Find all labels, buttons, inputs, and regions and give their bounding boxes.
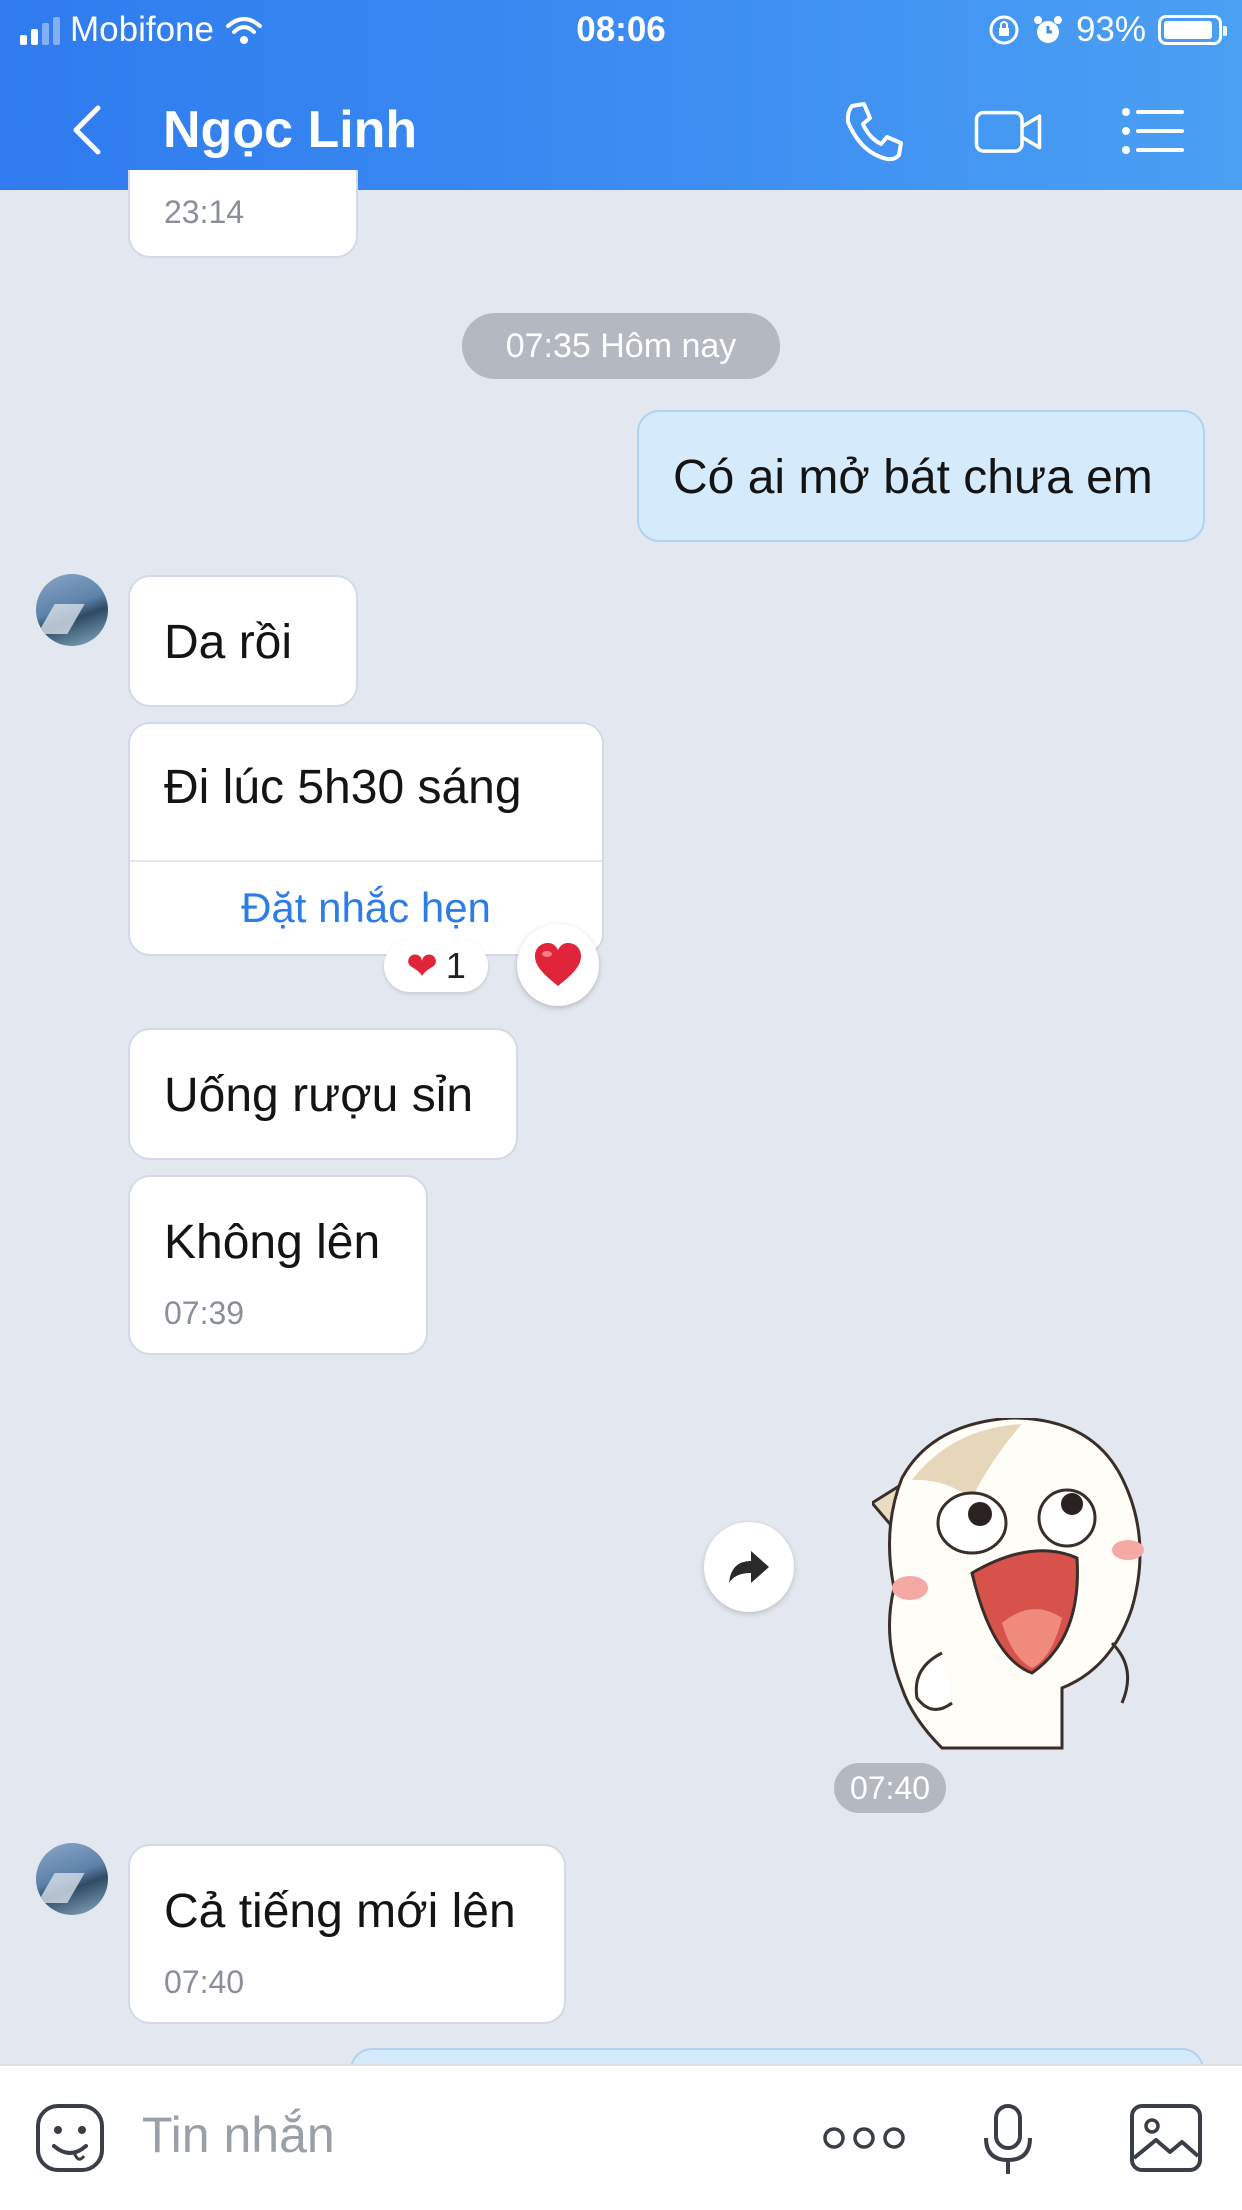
message-text: Da rồi <box>164 616 293 669</box>
message-bubble[interactable]: Không lên 07:39 <box>128 1175 428 1355</box>
chat-nav: Ngọc Linh <box>0 90 1242 170</box>
status-bar: Mobifone 08:06 93% <box>0 6 1242 56</box>
message-time: 07:40 <box>164 1964 245 2000</box>
battery-icon <box>1158 15 1227 45</box>
battery-percent: 93% <box>1075 10 1146 49</box>
phone-icon[interactable] <box>838 96 908 166</box>
set-reminder-link[interactable]: Đặt nhắc hẹn <box>130 884 602 932</box>
message-bubble-partial[interactable]: 23:14 <box>128 170 358 258</box>
forward-button[interactable] <box>704 1522 794 1612</box>
heart-icon <box>535 943 581 986</box>
more-dots-icon[interactable] <box>822 2120 906 2156</box>
image-icon[interactable] <box>1128 2102 1204 2174</box>
reaction-count: 1 <box>445 945 466 986</box>
battery-fill <box>1164 21 1212 39</box>
message-input[interactable]: Tin nhắn <box>142 2106 335 2164</box>
message-text: Không lên <box>164 1216 381 1269</box>
message-time: 23:14 <box>164 194 245 230</box>
day-separator: 07:35 Hôm nay <box>462 313 780 379</box>
heart-icon: ❤ <box>406 945 438 988</box>
status-right: 93% <box>988 10 1227 50</box>
message-bubble-mine[interactable]: Có ai mở bát chưa em <box>637 410 1205 542</box>
microphone-icon[interactable] <box>980 2102 1036 2178</box>
message-text: Uống rượu sỉn <box>164 1069 474 1122</box>
message-bubble-with-action[interactable]: Đi lúc 5h30 sáng Đặt nhắc hẹn <box>128 722 604 956</box>
avatar[interactable] <box>36 574 108 646</box>
contact-name[interactable]: Ngọc Linh <box>163 100 417 160</box>
video-camera-icon[interactable] <box>973 96 1043 166</box>
message-text: Cả tiếng mới lên <box>164 1885 516 1938</box>
forward-arrow-icon <box>729 1551 769 1583</box>
alarm-icon <box>1033 16 1062 43</box>
sticker-icon[interactable] <box>34 2102 106 2174</box>
message-bubble[interactable]: Uống rượu sỉn <box>128 1028 518 1160</box>
app-header: Mobifone 08:06 93% Ngọc Linh <box>0 0 1242 190</box>
divider <box>130 860 602 862</box>
sticker-time: 07:40 <box>834 1763 946 1813</box>
message-time: 07:39 <box>164 1295 245 1331</box>
rotation-lock-icon <box>989 15 1019 45</box>
menu-list-icon[interactable] <box>1118 96 1188 166</box>
react-button[interactable] <box>517 924 599 1006</box>
back-icon[interactable] <box>60 100 120 160</box>
reaction-summary[interactable]: ❤ 1 <box>384 940 488 992</box>
laughing-cat-sticker[interactable] <box>872 1418 1152 1754</box>
avatar[interactable] <box>36 1843 108 1915</box>
message-bubble[interactable]: Da rồi <box>128 575 358 707</box>
message-text: Có ai mở bát chưa em <box>673 451 1153 504</box>
message-bubble[interactable]: Cả tiếng mới lên 07:40 <box>128 1844 566 2024</box>
composer-bar: Tin nhắn <box>0 2064 1242 2210</box>
message-text: Đi lúc 5h30 sáng <box>164 761 522 814</box>
